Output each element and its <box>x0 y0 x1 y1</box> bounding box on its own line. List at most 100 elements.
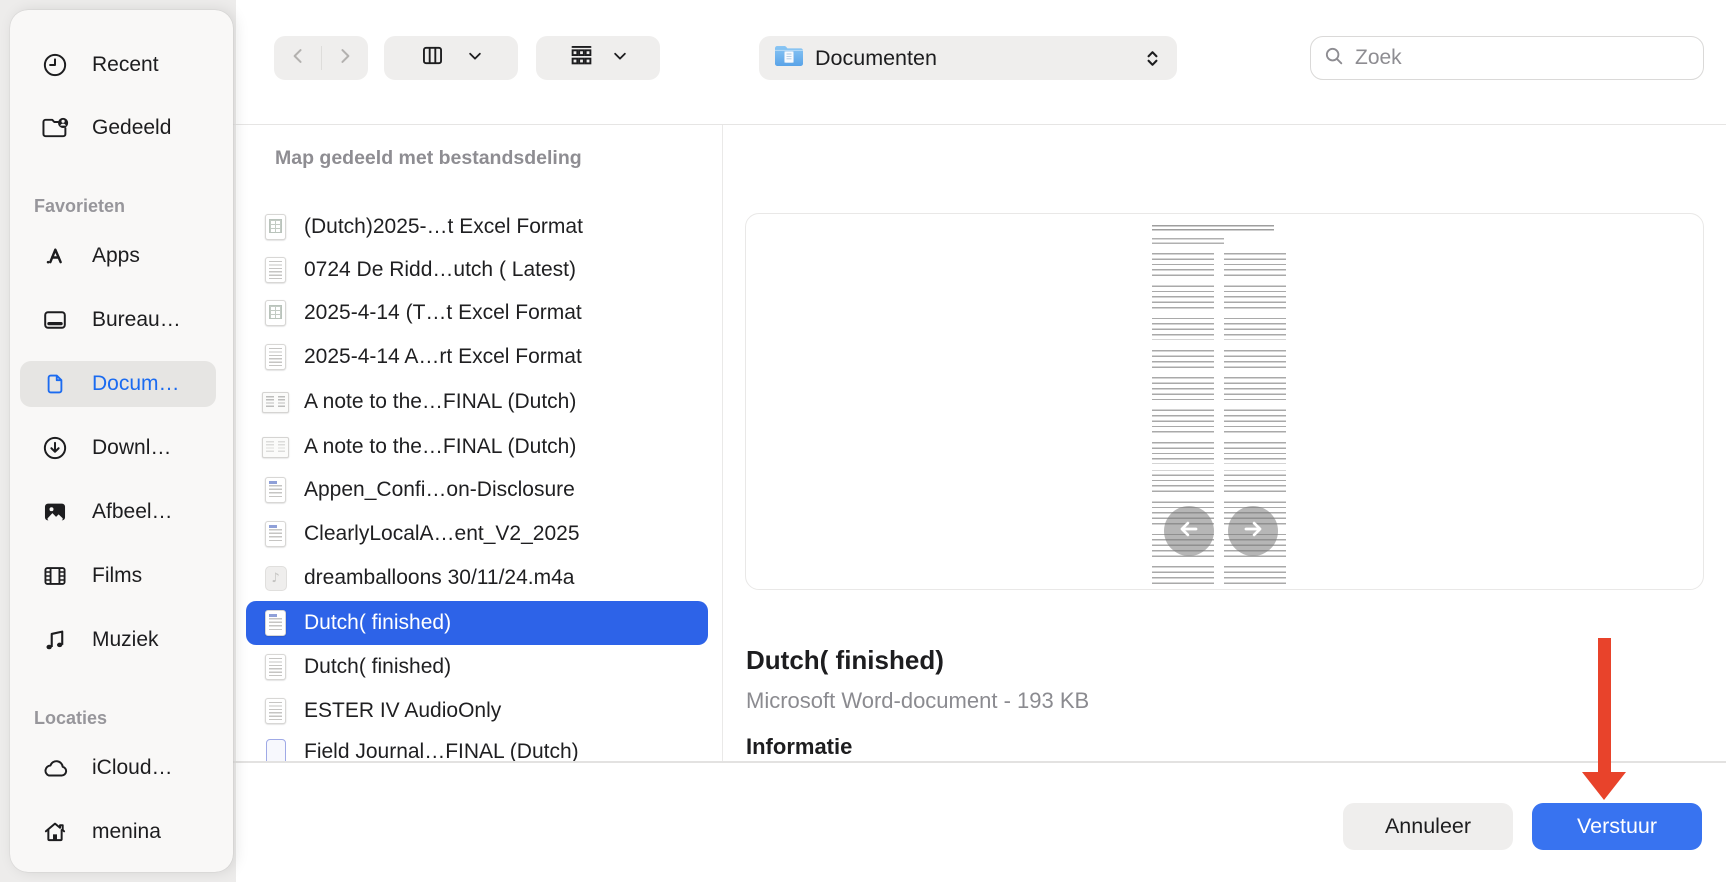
word-document-icon <box>262 610 289 636</box>
file-row[interactable]: dreamballoons 30/11/24.m4a <box>246 556 708 600</box>
sidebar-section-locations: Locaties <box>34 708 108 728</box>
clock-icon <box>40 50 70 80</box>
file-row[interactable]: 2025-4-14 A…rt Excel Format <box>246 335 708 379</box>
sidebar-item-label: menina <box>92 820 161 843</box>
document-icon <box>40 369 70 399</box>
nav-history-group <box>274 36 368 80</box>
search-input[interactable] <box>1353 45 1691 71</box>
film-icon <box>40 561 70 591</box>
photos-icon <box>40 497 70 527</box>
search-field[interactable] <box>1310 36 1704 80</box>
sidebar: Recent Gedeeld Favorieten Apps Bureau… D… <box>10 10 233 872</box>
music-note-icon <box>40 625 70 655</box>
chevron-down-icon <box>611 47 629 70</box>
file-row-selected[interactable]: Dutch( finished) <box>246 601 708 645</box>
chevron-left-icon <box>287 45 309 72</box>
sidebar-item-icloud[interactable]: iCloud… <box>20 745 216 791</box>
file-row[interactable]: Dutch( finished) <box>246 645 708 689</box>
annotation-arrow-head <box>1582 772 1626 800</box>
list-section-header: Map gedeeld met bestandsdeling <box>275 147 582 169</box>
sidebar-item-music[interactable]: Muziek <box>20 617 216 663</box>
word-document-icon <box>262 521 289 547</box>
preview-forward-button[interactable] <box>1228 506 1278 556</box>
home-icon <box>40 817 70 847</box>
sidebar-item-label: Afbeel… <box>92 500 173 523</box>
two-page-document-icon <box>262 436 289 458</box>
sidebar-item-home[interactable]: menina <box>20 809 216 855</box>
file-name: (Dutch)2025-…t Excel Format <box>304 215 583 238</box>
sidebar-item-shared[interactable]: Gedeeld <box>20 105 216 151</box>
sidebar-item-label: Films <box>92 564 143 587</box>
sidebar-item-desktop[interactable]: Bureau… <box>20 297 216 343</box>
file-name: A note to the…FINAL (Dutch) <box>304 435 577 458</box>
preview-info-heading: Informatie <box>746 734 853 759</box>
app-store-icon <box>40 241 70 271</box>
location-popup[interactable]: Documenten <box>759 36 1177 80</box>
file-row[interactable]: 2025-4-14 (T…t Excel Format <box>246 291 708 335</box>
footer-divider <box>233 761 1726 763</box>
chevron-down-icon <box>466 47 484 70</box>
word-document-icon <box>262 477 289 503</box>
text-document-icon <box>262 344 289 370</box>
file-row[interactable]: 0724 De Ridd…utch ( Latest) <box>246 248 708 292</box>
text-document-icon <box>262 257 289 283</box>
column-view-icon <box>419 43 446 73</box>
sidebar-item-label: Apps <box>92 244 140 267</box>
sidebar-item-recent[interactable]: Recent <box>20 42 216 88</box>
preview-file-meta: Microsoft Word-document - 193 KB <box>746 688 1090 713</box>
file-name: Dutch( finished) <box>304 611 452 634</box>
file-name: Field Journal…FINAL (Dutch) <box>304 740 579 761</box>
file-name: dreamballoons 30/11/24.m4a <box>304 566 575 589</box>
preview-back-button[interactable] <box>1164 506 1214 556</box>
file-name: A note to the…FINAL (Dutch) <box>304 390 577 413</box>
sidebar-item-label: Gedeeld <box>92 116 172 139</box>
file-name: 2025-4-14 (T…t Excel Format <box>304 301 582 324</box>
audio-file-icon <box>262 565 289 591</box>
group-by-button[interactable] <box>536 36 660 80</box>
thumbnail-header-lines <box>1152 225 1274 231</box>
forward-button[interactable] <box>322 45 368 72</box>
file-row[interactable]: Field Journal…FINAL (Dutch) <box>246 730 708 761</box>
file-name: Appen_Confi…on-Disclosure <box>304 478 575 501</box>
list-preview-divider <box>722 125 723 761</box>
desktop-icon <box>40 305 70 335</box>
shared-folder-icon <box>40 113 70 143</box>
thumbnail-meta-lines <box>1152 238 1224 245</box>
table-document-icon <box>262 214 289 240</box>
text-document-icon <box>262 698 289 724</box>
sidebar-item-label: Muziek <box>92 628 159 651</box>
table-document-icon <box>262 300 289 326</box>
file-row[interactable]: ClearlyLocalA…ent_V2_2025 <box>246 512 708 556</box>
cancel-button[interactable]: Annuleer <box>1343 803 1513 850</box>
sidebar-item-pictures[interactable]: Afbeel… <box>20 489 216 535</box>
file-list[interactable]: (Dutch)2025-…t Excel Format 0724 De Ridd… <box>233 190 722 761</box>
file-row[interactable]: Appen_Confi…on-Disclosure <box>246 468 708 512</box>
updown-chevrons-icon <box>1142 48 1163 69</box>
arrow-right-icon <box>1240 516 1266 547</box>
file-row[interactable]: A note to the…FINAL (Dutch) <box>246 380 708 424</box>
two-page-document-icon <box>262 391 289 413</box>
sidebar-item-label: Docum… <box>92 372 180 395</box>
view-mode-button[interactable] <box>384 36 518 80</box>
submit-button[interactable]: Verstuur <box>1532 803 1702 850</box>
back-button[interactable] <box>275 45 321 72</box>
file-row[interactable]: (Dutch)2025-…t Excel Format <box>246 205 708 249</box>
sidebar-item-downloads[interactable]: Downl… <box>20 425 216 471</box>
group-view-icon <box>568 42 595 74</box>
file-name: 2025-4-14 A…rt Excel Format <box>304 345 582 368</box>
sidebar-item-documents[interactable]: Docum… <box>20 361 216 407</box>
location-label: Documenten <box>815 45 937 70</box>
sidebar-item-apps[interactable]: Apps <box>20 233 216 279</box>
sidebar-item-label: iCloud… <box>92 756 173 779</box>
file-name: ClearlyLocalA…ent_V2_2025 <box>304 522 580 545</box>
file-row[interactable]: A note to the…FINAL (Dutch) <box>246 425 708 469</box>
file-row[interactable]: ESTER IV AudioOnly <box>246 689 708 733</box>
toolbar-divider <box>233 124 1726 125</box>
preview-file-title: Dutch( finished) <box>746 645 944 675</box>
arrow-left-icon <box>1176 516 1202 547</box>
sidebar-item-movies[interactable]: Films <box>20 553 216 599</box>
file-name: 0724 De Ridd…utch ( Latest) <box>304 258 576 281</box>
download-icon <box>40 433 70 463</box>
cloud-icon <box>40 753 70 783</box>
empty-document-icon <box>262 739 289 761</box>
